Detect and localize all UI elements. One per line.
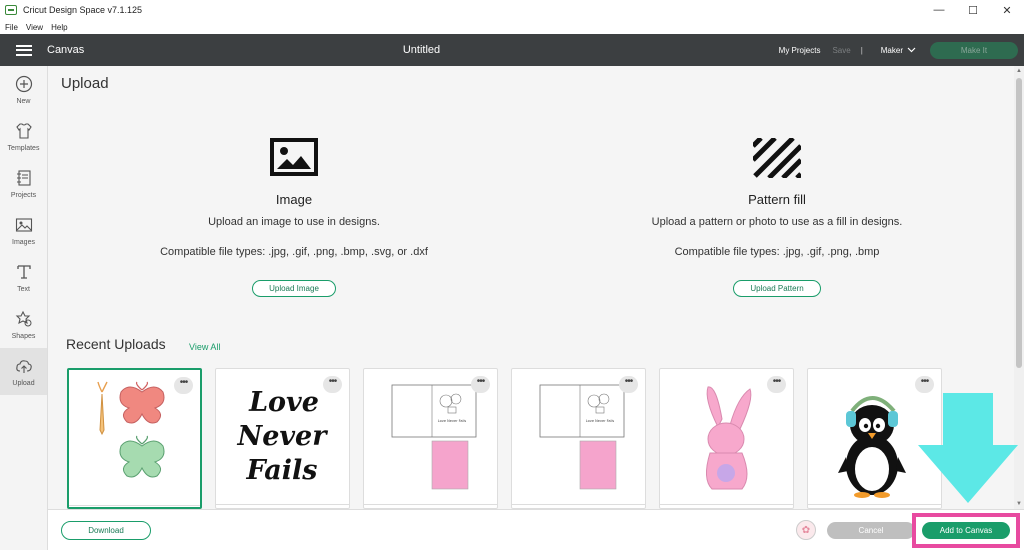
card-divider — [364, 504, 497, 505]
arrow-down-icon — [918, 393, 1018, 503]
shapes-icon — [14, 309, 34, 329]
image-icon — [14, 215, 34, 235]
sidebar-item-text[interactable]: Text — [0, 254, 47, 301]
page-title: Upload — [61, 75, 109, 92]
sidebar-item-shapes[interactable]: Shapes — [0, 301, 47, 348]
upload-image-button[interactable]: Upload Image — [252, 280, 336, 297]
pattern-section-title: Pattern fill — [748, 192, 806, 207]
pattern-section-file-types: Compatible file types: .jpg, .gif, .png,… — [674, 246, 880, 258]
pattern-upload-section: Pattern fill Upload a pattern or photo t… — [577, 138, 977, 297]
menu-help[interactable]: Help — [51, 23, 67, 32]
more-options-icon[interactable]: ••• — [767, 376, 786, 393]
recent-upload-card-card-template-2[interactable]: Love Never Fails ••• — [511, 368, 646, 509]
recent-upload-card-card-template-1[interactable]: Love Never Fails ••• — [363, 368, 498, 509]
scrollbar-thumb[interactable] — [1016, 78, 1022, 368]
highlight-box — [912, 513, 1020, 548]
card-divider — [660, 504, 793, 505]
menu-view[interactable]: View — [26, 23, 43, 32]
recent-upload-card-butterflies[interactable]: ••• — [67, 368, 202, 509]
machine-select[interactable]: Maker — [881, 46, 903, 55]
save-link[interactable]: Save — [832, 46, 850, 55]
image-section-description: Upload an image to use in designs. — [208, 216, 380, 228]
document-title: Untitled — [402, 44, 441, 56]
image-upload-section: Image Upload an image to use in designs.… — [94, 138, 494, 297]
more-options-icon[interactable]: ••• — [471, 376, 490, 393]
sidebar-item-label: Projects — [10, 192, 37, 199]
chevron-down-icon[interactable] — [907, 45, 916, 55]
sidebar-item-label: Templates — [7, 145, 40, 152]
card-divider — [512, 504, 645, 505]
more-options-icon[interactable]: ••• — [174, 377, 193, 394]
sidebar-item-images[interactable]: Images — [0, 207, 47, 254]
view-all-link[interactable]: View All — [189, 342, 220, 352]
sidebar-item-label: New — [16, 98, 31, 105]
notebook-icon — [14, 168, 34, 188]
thumbnail-text-line: Fails — [246, 455, 318, 486]
window-title: Cricut Design Space v7.1.125 — [23, 5, 143, 15]
maximize-button[interactable]: ☐ — [956, 0, 990, 20]
bottom-action-bar: Download ✿ Cancel Add to Canvas — [48, 509, 1024, 550]
recent-upload-card-love-never-fails[interactable]: Love Never Fails ••• — [215, 368, 350, 509]
tshirt-icon — [14, 121, 34, 141]
avatar[interactable]: ✿ — [796, 520, 816, 540]
cancel-button[interactable]: Cancel — [827, 522, 915, 539]
thumbnail-text-line: Never — [237, 421, 329, 452]
app-icon — [5, 5, 17, 15]
header-separator: | — [860, 45, 863, 55]
my-projects-link[interactable]: My Projects — [779, 46, 821, 55]
left-sidebar: New Templates Projects Images Text Shape… — [0, 66, 48, 550]
image-icon — [94, 138, 494, 178]
more-options-icon[interactable]: ••• — [619, 376, 638, 393]
cloud-upload-icon — [14, 356, 34, 376]
more-options-icon[interactable]: ••• — [323, 376, 342, 393]
pattern-stripes-icon — [577, 138, 977, 178]
thumbnail-text-line: Love — [248, 387, 319, 418]
minimize-button[interactable]: — — [922, 0, 956, 20]
make-it-button[interactable]: Make It — [930, 41, 1018, 59]
pattern-section-description: Upload a pattern or photo to use as a fi… — [651, 216, 903, 228]
image-section-file-types: Compatible file types: .jpg, .gif, .png,… — [160, 246, 428, 258]
sidebar-item-new[interactable]: New — [0, 66, 47, 113]
close-button[interactable]: ✕ — [990, 0, 1024, 20]
menu-bar: File View Help — [0, 20, 1024, 34]
window-title-bar: Cricut Design Space v7.1.125 — ☐ ✕ — [0, 0, 1024, 20]
sidebar-item-label: Shapes — [11, 333, 36, 340]
text-t-icon — [14, 262, 34, 282]
sidebar-item-upload[interactable]: Upload — [0, 348, 47, 395]
upload-pattern-button[interactable]: Upload Pattern — [733, 280, 821, 297]
recent-upload-card-pink-bunny[interactable]: ••• — [659, 368, 794, 509]
card-divider — [216, 504, 349, 505]
sidebar-item-label: Text — [17, 286, 30, 293]
tiny-card-text: Love Never Fails — [438, 419, 467, 423]
header-actions: My Projects Save | Maker Make It — [779, 34, 1018, 66]
sidebar-item-label: Images — [12, 239, 35, 246]
menu-file[interactable]: File — [5, 23, 18, 32]
scroll-up-icon[interactable]: ▲ — [1016, 68, 1022, 74]
window-controls: — ☐ ✕ — [922, 0, 1024, 20]
download-button[interactable]: Download — [61, 521, 151, 540]
plus-circle-icon — [14, 74, 34, 94]
recent-uploads-title: Recent Uploads — [66, 336, 166, 352]
sidebar-item-projects[interactable]: Projects — [0, 160, 47, 207]
tiny-card-text: Love Never Fails — [586, 419, 615, 423]
app-header: Canvas Untitled My Projects Save | Maker… — [0, 34, 1024, 66]
card-divider — [808, 504, 941, 505]
image-section-title: Image — [275, 192, 313, 207]
more-options-icon[interactable]: ••• — [915, 376, 934, 393]
card-divider — [69, 505, 200, 506]
sidebar-item-label: Upload — [12, 380, 35, 387]
sidebar-item-templates[interactable]: Templates — [0, 113, 47, 160]
